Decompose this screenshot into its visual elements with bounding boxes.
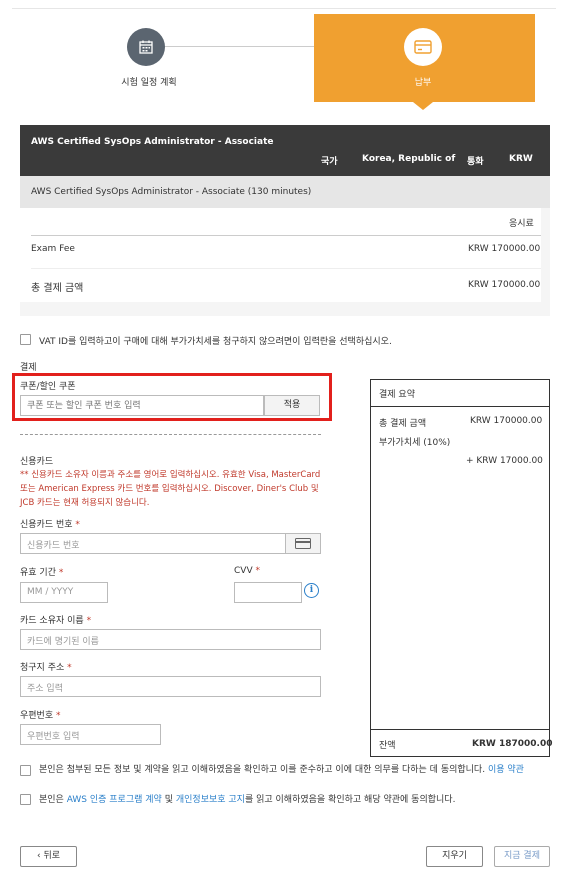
summary-balance-label: 잔액 [379, 741, 396, 751]
card-type-icon [285, 533, 321, 554]
card-number-label: 신용카드 번호 * [20, 520, 80, 530]
billing-address-input[interactable]: 주소 입력 [20, 676, 321, 697]
top-divider [12, 8, 556, 9]
fee-total-value: KRW 170000.00 [468, 280, 541, 290]
summary-total-value: KRW 170000.00 [470, 416, 543, 426]
coupon-apply-button[interactable]: 적용 [264, 395, 320, 416]
certification-agreement-link[interactable]: AWS 인증 프로그램 계약 [67, 795, 162, 805]
terms-checkbox[interactable] [20, 765, 31, 776]
cvv-input[interactable] [234, 582, 302, 603]
currency-label: 통화 [467, 157, 484, 167]
payment-section-label: 결제 [20, 363, 37, 373]
fee-table-header [20, 125, 550, 176]
privacy-notice-link[interactable]: 개인정보보호 고지 [176, 795, 245, 805]
credit-card-title: 신용카드 [20, 457, 54, 467]
summary-vat-value: + KRW 17000.00 [466, 456, 543, 466]
coupon-label: 쿠폰/할인 쿠폰 [20, 382, 76, 392]
summary-divider-2 [370, 729, 550, 730]
exam-detail: AWS Certified SysOps Administrator - Ass… [31, 187, 312, 197]
privacy-agreement-text: 본인은 AWS 인증 프로그램 계약 및 개인정보보호 고지를 읽고 이해하였음… [39, 795, 456, 805]
step-connector [150, 46, 314, 47]
back-button[interactable]: ‹ 뒤로 [20, 846, 77, 867]
credit-card-note: ** 신용카드 소유자 이름과 주소를 영어로 입력하십시오. 유효한 Visa… [20, 470, 321, 508]
privacy-checkbox[interactable] [20, 794, 31, 805]
cardholder-input[interactable]: 카드에 명기된 이름 [20, 629, 321, 650]
summary-balance-value: KRW 187000.00 [472, 739, 553, 749]
step-schedule-label: 시험 일정 계획 [121, 78, 177, 88]
fee-divider-2 [31, 268, 541, 269]
summary-vat-label: 부가가치세 (10%) [379, 438, 451, 448]
calendar-icon [127, 28, 165, 66]
terms-agreement-text: 본인은 첨부된 모든 정보 및 계약을 읽고 이해하였음을 확인하고 이를 준수… [39, 765, 524, 775]
country-value: Korea, Republic of [362, 154, 456, 164]
fee-row-label: Exam Fee [31, 244, 75, 254]
postal-code-label: 우편번호 * [20, 711, 61, 721]
expiry-label: 유효 기간 * [20, 568, 64, 578]
summary-divider [370, 406, 550, 407]
pay-now-button[interactable]: 지금 결제 [494, 846, 550, 867]
terms-link[interactable]: 이용 약관 [488, 765, 524, 775]
info-icon[interactable]: i [304, 583, 319, 598]
card-number-input[interactable]: 신용카드 번호 [20, 533, 286, 554]
country-label: 국가 [321, 157, 338, 167]
fee-column-label: 응시료 [509, 219, 534, 229]
step-active-pointer [413, 102, 433, 110]
summary-total-label: 총 결제 금액 [379, 419, 427, 429]
cardholder-label: 카드 소유자 이름 * [20, 616, 92, 626]
fee-total-label: 총 결제 금액 [31, 283, 84, 294]
summary-title: 결제 요약 [379, 390, 415, 400]
expiry-input[interactable]: MM / YYYY [20, 582, 108, 603]
credit-card-icon [404, 28, 442, 66]
vat-checkbox-label: VAT ID를 입력하고이 구매에 대해 부가가치세를 청구하지 않으려면이 입… [39, 337, 392, 347]
step-payment-label: 납부 [414, 78, 432, 88]
coupon-input[interactable] [20, 395, 264, 416]
billing-address-label: 청구지 주소 * [20, 663, 72, 673]
cvv-label: CVV * [234, 566, 260, 576]
exam-name: AWS Certified SysOps Administrator - Ass… [31, 137, 274, 147]
postal-code-input[interactable]: 우편번호 입력 [20, 724, 161, 745]
vat-checkbox[interactable] [20, 334, 31, 345]
fee-divider [31, 235, 541, 236]
clear-button[interactable]: 지우기 [426, 846, 483, 867]
currency-value: KRW [509, 154, 533, 164]
fee-row-value: KRW 170000.00 [468, 244, 541, 254]
dashed-divider [20, 434, 321, 435]
fee-table-body [20, 208, 541, 302]
